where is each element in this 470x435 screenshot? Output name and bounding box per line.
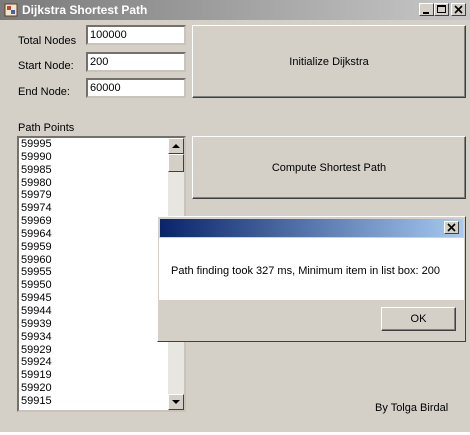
dialog-message: Path finding took 327 ms, Minimum item i…	[171, 265, 441, 277]
window-title: Dijkstra Shortest Path	[22, 3, 148, 17]
end-node-input[interactable]: 60000	[86, 78, 186, 98]
end-node-label: End Node:	[18, 86, 70, 98]
list-item[interactable]: 59915	[21, 395, 169, 408]
scroll-down-button[interactable]	[168, 394, 184, 410]
path-points-label: Path Points	[18, 122, 75, 134]
arrow-down-icon	[172, 400, 180, 404]
scroll-up-button[interactable]	[168, 138, 184, 154]
dialog-title-bar[interactable]	[160, 219, 463, 237]
list-item[interactable]: 59929	[21, 344, 169, 357]
list-item[interactable]: 59919	[21, 369, 169, 382]
compute-shortest-path-label: Compute Shortest Path	[271, 161, 387, 174]
arrow-up-icon	[172, 144, 180, 148]
ok-button[interactable]: OK	[381, 307, 456, 331]
compute-shortest-path-button[interactable]: Compute Shortest Path	[192, 136, 466, 199]
initialize-dijkstra-label: Initialize Dijkstra	[289, 55, 369, 68]
start-node-input[interactable]: 200	[86, 52, 186, 72]
scroll-thumb[interactable]	[168, 154, 184, 172]
start-node-label: Start Node:	[18, 60, 74, 72]
list-item[interactable]: 59990	[21, 151, 169, 164]
list-item[interactable]: 59955	[21, 266, 169, 279]
list-item[interactable]: 59980	[21, 177, 169, 190]
list-item[interactable]: 59979	[21, 189, 169, 202]
list-item[interactable]: 59924	[21, 356, 169, 369]
list-item[interactable]: 59959	[21, 241, 169, 254]
maximize-button[interactable]	[434, 3, 449, 16]
list-item[interactable]: 59945	[21, 292, 169, 305]
dialog-body: Path finding took 327 ms, Minimum item i…	[159, 238, 464, 300]
list-item[interactable]: 59920	[21, 382, 169, 395]
list-item[interactable]: 59934	[21, 331, 169, 344]
close-button[interactable]	[451, 3, 466, 16]
list-item[interactable]: 59960	[21, 254, 169, 267]
message-dialog: Path finding took 327 ms, Minimum item i…	[157, 216, 466, 342]
list-item[interactable]: 59950	[21, 279, 169, 292]
list-item[interactable]: 59974	[21, 202, 169, 215]
initialize-dijkstra-button[interactable]: Initialize Dijkstra	[192, 25, 466, 98]
app-icon	[4, 3, 18, 17]
list-item[interactable]: 59944	[21, 305, 169, 318]
dialog-close-button[interactable]	[444, 221, 459, 234]
list-item[interactable]: 59969	[21, 215, 169, 228]
close-icon	[454, 5, 463, 14]
author-credit: By Tolga Birdal	[375, 402, 449, 414]
list-item[interactable]: 59964	[21, 228, 169, 241]
list-item[interactable]: 59995	[21, 138, 169, 151]
list-item[interactable]: 59985	[21, 164, 169, 177]
total-nodes-label: Total Nodes	[18, 35, 77, 47]
close-icon	[447, 223, 456, 232]
total-nodes-input[interactable]: 100000	[86, 25, 186, 45]
minimize-button[interactable]	[419, 3, 434, 16]
list-item[interactable]: 59939	[21, 318, 169, 331]
title-bar[interactable]: Dijkstra Shortest Path	[0, 0, 470, 20]
ok-button-label: OK	[410, 313, 427, 325]
minimize-icon	[423, 12, 429, 14]
maximize-icon	[437, 5, 446, 13]
